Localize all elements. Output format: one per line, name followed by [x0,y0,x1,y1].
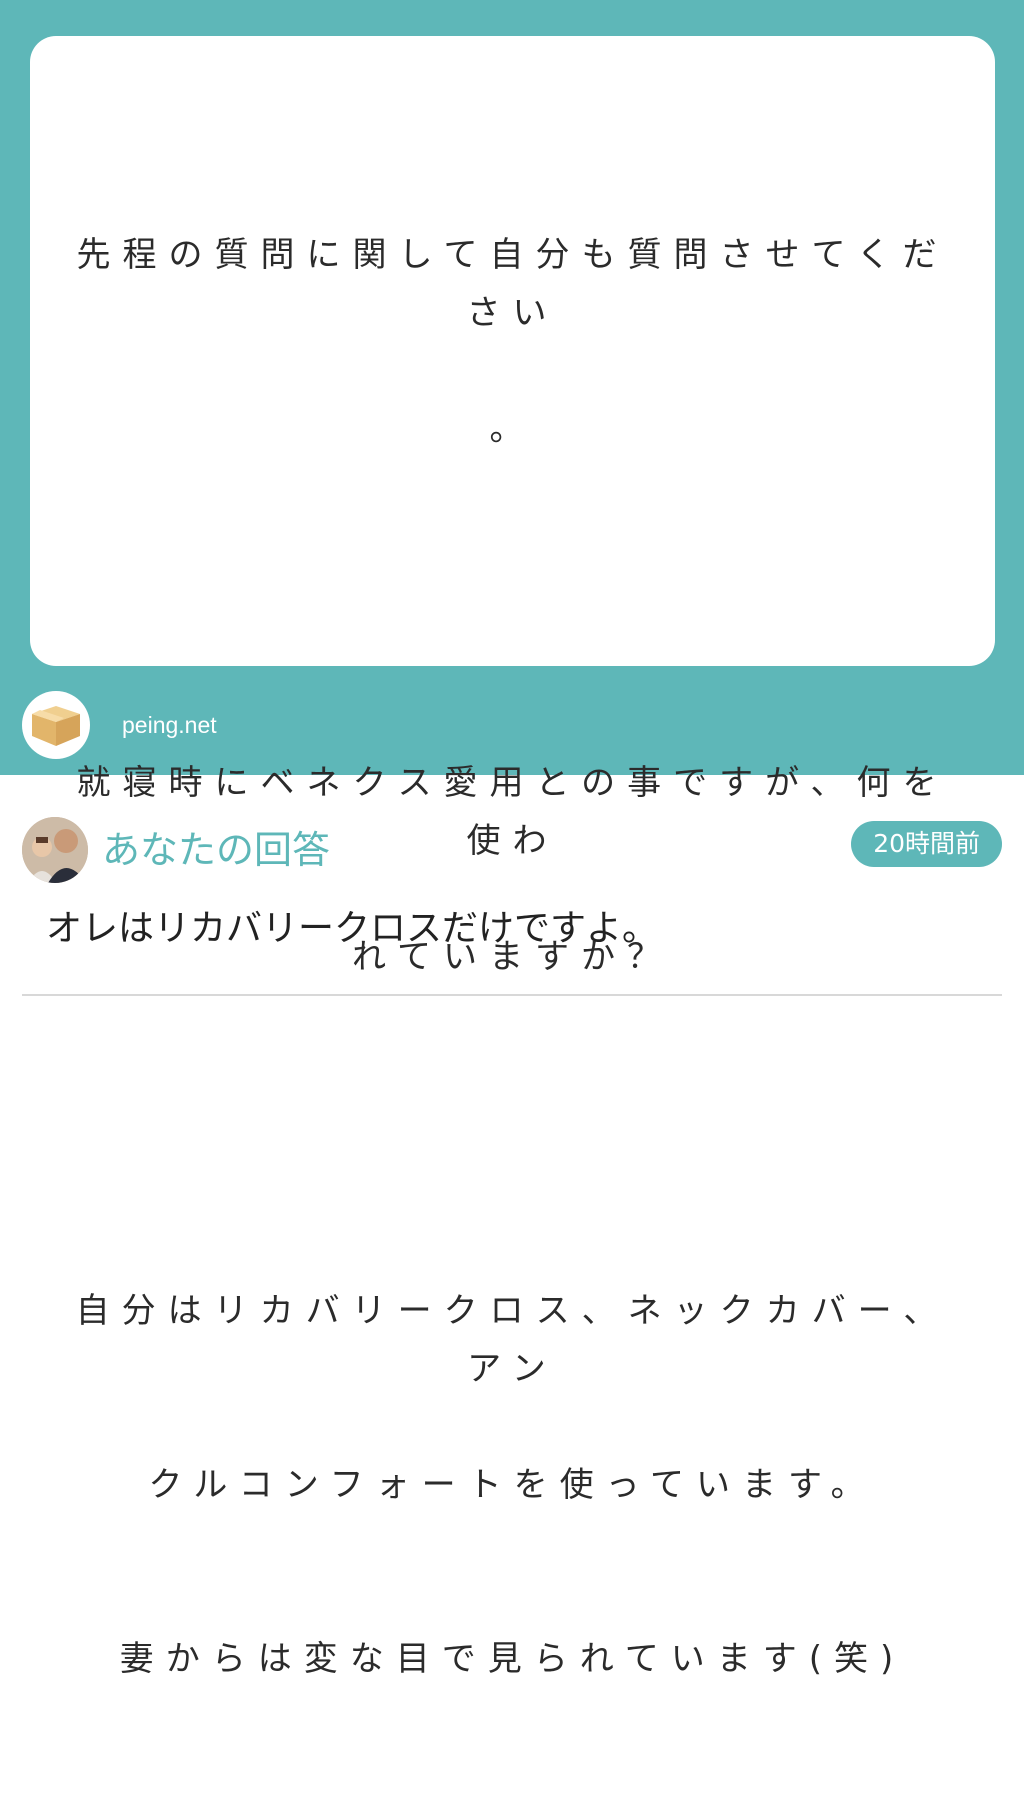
question-line: 妻からは変な目で見られています(笑) [119,1639,906,1679]
time-badge: 20時間前 [851,821,1002,867]
answer-header: あなたの回答 20時間前 [22,817,1002,887]
answer-text: オレはリカバリークロスだけですよ。 [46,908,659,949]
question-line: 自分はリカバリークロス、ネックカバー、アン [75,1291,950,1389]
site-name[interactable]: peing.net [122,712,217,739]
question-line: 先程の質問に関して自分も質問させてください [76,235,949,333]
cardboard-box-icon [22,691,90,759]
user-avatar[interactable] [22,817,88,883]
site-attribution: peing.net [22,690,217,760]
question-line: 。 [489,409,536,449]
question-line [70,574,955,638]
question-line: クルコンフォートを使っています。 [148,1465,877,1505]
answer-label: あなたの回答 [102,828,331,872]
question-card: 先程の質問に関して自分も質問させてください 。 就寝時にベネクス愛用との事ですが… [30,36,995,1679]
question-text: 先程の質問に関して自分も質問させてください 。 就寝時にベネクス愛用との事ですが… [70,110,955,1804]
question-line: 就寝時にベネクス愛用との事ですが、何を使わ [76,763,949,861]
question-panel: 先程の質問に関して自分も質問させてください 。 就寝時にベネクス愛用との事ですが… [0,0,1024,1679]
question-line [70,1102,955,1166]
